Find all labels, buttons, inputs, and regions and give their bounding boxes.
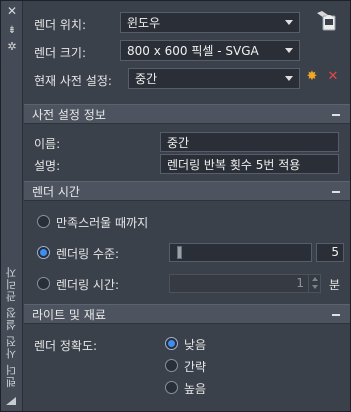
radio-accuracy-low-label: 낮음 [184, 338, 207, 352]
spinner-up-icon[interactable] [312, 277, 318, 281]
chevron-down-icon [285, 20, 293, 25]
preset-description-label: 설명: [34, 159, 61, 173]
palette-content: 렌더 위치: 윈도우 렌더 크기: 800 x 600 픽셀 - SVGA 현재… [24, 1, 350, 411]
radio-render-time[interactable] [37, 277, 50, 290]
render-level-value[interactable]: 5 [316, 243, 344, 262]
preset-description-value: 렌더링 반복 횟수 5번 적용 [167, 157, 301, 172]
render-location-dropdown[interactable]: 윈도우 [120, 12, 300, 33]
render-level-slider[interactable] [169, 243, 312, 262]
render-size-value: 800 x 600 픽셀 - SVGA [127, 44, 259, 58]
gear-icon[interactable]: ✲ [6, 41, 18, 53]
render-time-unit: 분 [329, 278, 341, 292]
delete-icon[interactable]: ✕ [327, 70, 339, 83]
radio-render-time-label: 렌더링 시간: [56, 278, 120, 292]
render-size-label: 렌더 크기: [34, 46, 87, 60]
chevron-down-icon [285, 48, 293, 53]
preset-description-field[interactable]: 렌더링 반복 횟수 5번 적용 [160, 154, 339, 174]
radio-accuracy-low[interactable] [165, 337, 178, 350]
preset-name-value: 중간 [167, 135, 190, 150]
radio-render-level[interactable] [37, 246, 50, 259]
resize-grip-icon[interactable] [6, 397, 16, 405]
preset-name-field[interactable]: 중간 [160, 132, 339, 152]
render-location-value: 윈도우 [127, 16, 161, 30]
slider-thumb[interactable] [177, 246, 182, 259]
radio-render-level-label: 렌더링 수준: [56, 247, 120, 261]
spinner-down-icon[interactable] [312, 285, 318, 289]
render-time-spinner[interactable] [308, 274, 320, 293]
star-icon[interactable]: ✸ [306, 70, 318, 83]
radio-accuracy-draft[interactable] [165, 359, 178, 372]
render-preset-manager-window: ✕ ⇟ ✲ 렌더 사전 설정 관리자 렌더 위치: 윈도우 렌더 크기: 800… [0, 0, 351, 412]
section-preset-info-header[interactable]: 사전 설정 정보 [24, 104, 350, 124]
render-size-dropdown[interactable]: 800 x 600 픽셀 - SVGA [120, 40, 300, 61]
radio-accuracy-high-label: 높음 [184, 382, 207, 396]
preset-name-label: 이름: [34, 137, 61, 151]
render-time-input[interactable]: 1 [169, 274, 321, 293]
section-title: 렌더 시간 [32, 184, 80, 199]
current-preset-value: 중간 [135, 72, 158, 86]
section-render-time-header[interactable]: 렌더 시간 [24, 181, 350, 201]
section-lights-materials-header[interactable]: 라이트 및 재료 [24, 304, 350, 324]
palette-title: 렌더 사전 설정 관리자 [5, 265, 18, 388]
render-location-label: 렌더 위치: [34, 18, 87, 32]
current-preset-label: 현재 사전 설정: [34, 74, 112, 88]
section-title: 사전 설정 정보 [32, 107, 106, 122]
radio-until-satisfactory[interactable] [37, 215, 50, 228]
current-preset-dropdown[interactable]: 중간 [128, 68, 300, 89]
radio-until-satisfactory-label: 만족스러울 때까지 [56, 216, 149, 230]
pin-icon[interactable]: ⇟ [6, 25, 18, 37]
radio-accuracy-draft-label: 간략 [184, 360, 207, 374]
collapse-icon[interactable] [332, 314, 340, 316]
collapse-icon[interactable] [332, 191, 340, 193]
chevron-down-icon [285, 76, 293, 81]
close-icon[interactable]: ✕ [6, 5, 18, 17]
render-teapot-icon[interactable] [314, 7, 340, 33]
radio-accuracy-high[interactable] [165, 381, 178, 394]
collapse-icon[interactable] [332, 114, 340, 116]
render-accuracy-label: 렌더 정확도: [34, 339, 98, 353]
palette-title-strip: ✕ ⇟ ✲ 렌더 사전 설정 관리자 [1, 1, 23, 411]
section-title: 라이트 및 재료 [32, 307, 106, 322]
